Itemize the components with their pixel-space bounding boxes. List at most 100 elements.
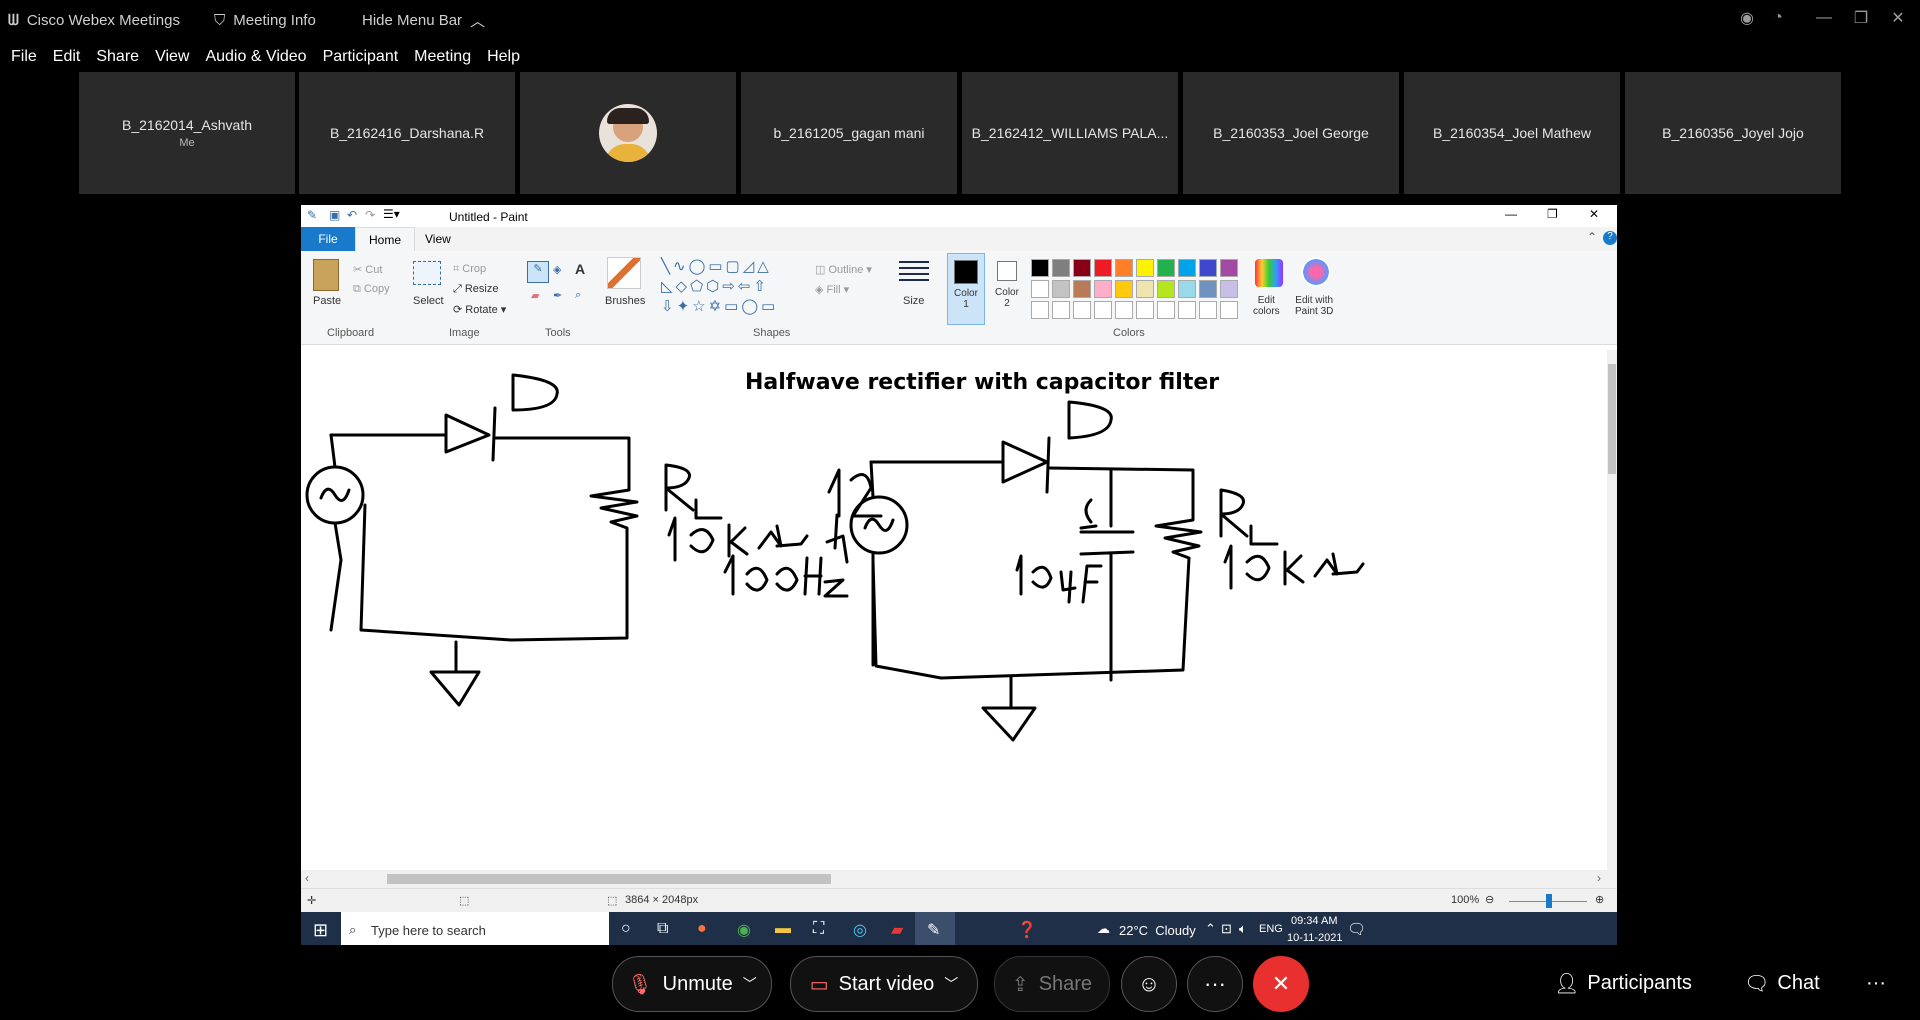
paint-3d-icon[interactable] (1301, 257, 1331, 287)
close-icon[interactable]: ✕ (1878, 0, 1918, 36)
paint-taskbar-button[interactable]: ✎ (915, 912, 955, 945)
save-icon[interactable]: ▣ (329, 208, 340, 222)
webex-taskbar-icon[interactable]: ◎ (853, 920, 867, 940)
zoom-slider-thumb[interactable] (1546, 894, 1552, 908)
fill-button[interactable]: ◈ Fill ▾ (815, 283, 849, 296)
taskbar-date[interactable]: 10-11-2021 (1287, 932, 1342, 944)
more-options-button[interactable]: ··· (1187, 956, 1243, 1012)
copy-button[interactable]: ⧉ Copy (353, 283, 390, 296)
file-explorer-icon[interactable]: ▬ (775, 920, 791, 938)
text-icon[interactable]: A (575, 261, 585, 277)
select-button[interactable]: Select (413, 295, 444, 307)
quick-access-menu-icon[interactable]: ☰▾ (383, 207, 400, 221)
palette-swatch-empty[interactable] (1052, 301, 1070, 319)
tray-chevron-icon[interactable]: ⌃ (1205, 921, 1216, 937)
menu-share[interactable]: Share (96, 48, 139, 66)
palette-swatch[interactable] (1094, 280, 1112, 298)
palette-swatch[interactable] (1052, 280, 1070, 298)
paint-close-icon[interactable]: ✕ (1589, 207, 1599, 221)
volume-icon[interactable]: 🔈︎ (1239, 921, 1247, 937)
paste-icon[interactable] (313, 259, 339, 291)
taskbar-time[interactable]: 09:34 AM (1291, 915, 1337, 927)
rotate-button[interactable]: ⟳ Rotate ▾ (453, 303, 506, 316)
help-tips-icon[interactable]: ❓ (1017, 920, 1037, 940)
size-icon[interactable] (899, 261, 929, 285)
scroll-left-icon[interactable]: ‹ (305, 871, 309, 885)
menu-audio-video[interactable]: Audio & Video (205, 48, 306, 66)
chevron-down-icon[interactable]: ﹀ (944, 974, 958, 994)
palette-swatch[interactable] (1136, 259, 1154, 277)
help-icon[interactable]: ? (1603, 231, 1617, 245)
participant-tile[interactable]: B_2160356_Joyel Jojo (1625, 72, 1841, 194)
participant-tile[interactable]: B_2162412_WILLIAMS PALA... (962, 72, 1178, 194)
stats-icon[interactable]: ◔ (1758, 0, 1798, 36)
network-icon[interactable]: ⊡ (1221, 921, 1232, 937)
palette-swatch-empty[interactable] (1094, 301, 1112, 319)
start-video-button[interactable]: ▭ Start video ﹀ (790, 956, 978, 1012)
participant-tile[interactable]: b_2161205_gagan mani (741, 72, 957, 194)
participant-tile[interactable]: B_2162014_Ashvath Me (79, 72, 295, 194)
palette-swatch[interactable] (1115, 280, 1133, 298)
vertical-scrollbar[interactable] (1607, 350, 1617, 870)
unmute-button[interactable]: 🎙︎ Unmute ﹀ (612, 956, 772, 1012)
palette-swatch[interactable] (1073, 280, 1091, 298)
ribbon-collapse-icon[interactable]: ⌃ (1587, 230, 1597, 244)
firefox-icon[interactable]: ● (697, 920, 707, 938)
horizontal-scrollbar[interactable]: ‹ › (301, 870, 1617, 888)
eraser-icon[interactable]: ▰ (531, 289, 539, 302)
restore-icon[interactable]: ❐ (1841, 0, 1881, 36)
meeting-info-button[interactable]: ⛉ Meeting Info (214, 0, 316, 40)
reactions-button[interactable]: ☺ (1121, 956, 1177, 1012)
outline-button[interactable]: ◫ Outline ▾ (815, 263, 872, 276)
palette-swatch[interactable] (1157, 259, 1175, 277)
participants-button[interactable]: 👤︎ Participants (1554, 966, 1692, 1000)
tab-view[interactable]: View (425, 232, 451, 246)
undo-icon[interactable]: ↶ (347, 208, 357, 222)
minimize-icon[interactable]: — (1804, 0, 1844, 36)
vertical-scroll-thumb[interactable] (1608, 364, 1616, 474)
paint-canvas[interactable]: Halfwave rectifier with capacitor filter (301, 350, 1617, 870)
horizontal-scroll-thumb[interactable] (387, 874, 831, 884)
participant-tile[interactable]: B_2160354_Joel Mathew (1404, 72, 1620, 194)
shapes-gallery[interactable]: ╲∿◯▭▢◿△ ◺◇⬠⬡⇨⇦⇧ ⇩✦☆✡▭◯▭ (661, 257, 809, 317)
tab-file[interactable]: File (301, 227, 355, 251)
palette-swatch-empty[interactable] (1073, 301, 1091, 319)
pencil-icon[interactable]: ✎ (527, 261, 549, 283)
pdf-icon[interactable]: ▰ (891, 920, 903, 940)
participant-tile[interactable] (520, 72, 736, 194)
palette-swatch[interactable] (1115, 259, 1133, 277)
select-icon[interactable] (413, 261, 441, 285)
weather-text[interactable]: 22°C Cloudy (1119, 923, 1196, 938)
edit-with-paint-3d-button[interactable]: Edit with Paint 3D (1295, 295, 1333, 317)
palette-swatch[interactable] (1220, 259, 1238, 277)
palette-swatch[interactable] (1031, 280, 1049, 298)
palette-swatch-empty[interactable] (1199, 301, 1217, 319)
palette-swatch[interactable] (1052, 259, 1070, 277)
menu-file[interactable]: File (11, 48, 37, 66)
palette-swatch[interactable] (1031, 259, 1049, 277)
size-button[interactable]: Size (903, 295, 924, 307)
windows-start-icon[interactable]: ⊞ (313, 920, 328, 941)
palette-swatch-empty[interactable] (1220, 301, 1238, 319)
palette-swatch[interactable] (1136, 280, 1154, 298)
menu-participant[interactable]: Participant (323, 48, 399, 66)
palette-swatch-empty[interactable] (1031, 301, 1049, 319)
fill-icon[interactable]: ◈ (553, 263, 561, 276)
taskbar-search-box[interactable]: ⌕ Type here to search (341, 912, 609, 945)
palette-swatch-empty[interactable] (1115, 301, 1133, 319)
palette-swatch-empty[interactable] (1136, 301, 1154, 319)
color1-button[interactable]: Color 1 (947, 253, 985, 325)
more-icon[interactable]: ··· (1866, 966, 1886, 1000)
chrome-icon[interactable]: ◉ (737, 920, 751, 940)
palette-swatch[interactable] (1220, 280, 1238, 298)
hide-menu-bar-button[interactable]: Hide Menu Bar ︿ (362, 0, 485, 40)
participant-tile[interactable]: B_2160353_Joel George (1183, 72, 1399, 194)
paste-button[interactable]: Paste (313, 295, 341, 307)
palette-swatch-empty[interactable] (1178, 301, 1196, 319)
palette-swatch[interactable] (1178, 259, 1196, 277)
zoom-out-icon[interactable]: ⊖ (1485, 893, 1494, 906)
palette-swatch[interactable] (1073, 259, 1091, 277)
zoom-in-icon[interactable]: ⊕ (1595, 893, 1604, 906)
palette-swatch[interactable] (1199, 259, 1217, 277)
palette-swatch-empty[interactable] (1157, 301, 1175, 319)
